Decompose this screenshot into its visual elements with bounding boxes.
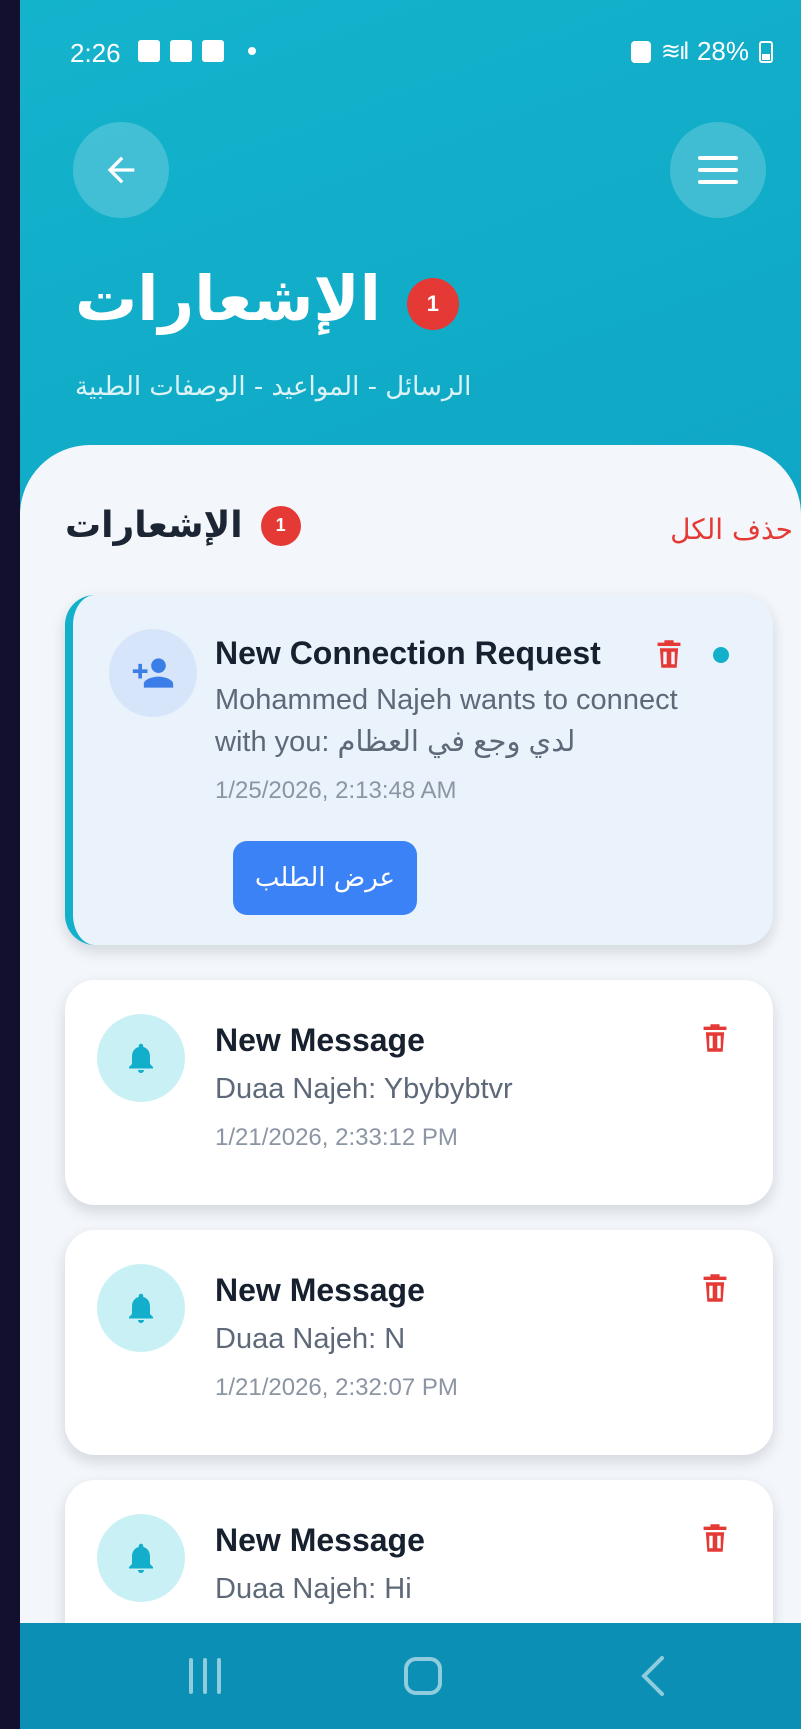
- notification-avatar: [97, 1264, 185, 1352]
- notifications-sheet: الإشعارات 1 حذف الكل New Connection Requ…: [20, 445, 801, 1729]
- arrow-left-icon: [107, 156, 135, 184]
- notification-body-line2: with you: لدي وجع في العظام: [215, 726, 576, 758]
- notification-card-message[interactable]: New Message Duaa Najeh: Ybybybtvr 1/21/2…: [65, 980, 773, 1205]
- bell-icon: [129, 1543, 153, 1573]
- section-title: الإشعارات: [65, 505, 243, 546]
- hamburger-icon: [698, 156, 738, 184]
- device-icon: [170, 40, 192, 62]
- wifi-icon: ≋ıl: [660, 38, 689, 65]
- notification-avatar: [97, 1514, 185, 1602]
- battery-percent: 28%: [696, 36, 749, 66]
- delete-notification-button[interactable]: [701, 1022, 729, 1054]
- home-icon: [404, 1657, 442, 1695]
- notification-body: Duaa Najeh: Hi: [215, 1573, 412, 1605]
- status-notification-icons: [138, 40, 256, 62]
- notification-title: New Message: [215, 1022, 425, 1058]
- notification-time: 1/21/2026, 2:33:12 PM: [215, 1124, 458, 1151]
- notification-card-connection[interactable]: New Connection Request Mohammed Najeh wa…: [65, 595, 773, 945]
- page-title: الإشعارات: [75, 262, 381, 335]
- unread-indicator-dot: [713, 647, 729, 663]
- bell-icon: [129, 1293, 153, 1323]
- unread-count-badge: 1: [406, 277, 459, 330]
- notification-title: New Message: [215, 1272, 425, 1308]
- notification-card-message[interactable]: New Message Duaa Najeh: N 1/21/2026, 2:3…: [65, 1230, 773, 1455]
- notification-body: Mohammed Najeh wants to connect with you…: [215, 679, 755, 763]
- notification-avatar: [109, 629, 197, 717]
- status-bar: 2:26 ≋ıl 28%: [20, 0, 801, 100]
- delete-notification-button[interactable]: [701, 1522, 729, 1554]
- notification-avatar: [97, 1014, 185, 1102]
- section-count-badge: 1: [260, 505, 301, 546]
- delete-notification-button[interactable]: [701, 1272, 729, 1304]
- back-button[interactable]: [73, 122, 169, 218]
- page-subtitle: الرسائل - المواعيد - الوصفات الطبية: [75, 372, 472, 402]
- status-system-icons: ≋ıl 28%: [630, 36, 773, 67]
- section-header: الإشعارات 1 حذف الكل: [20, 505, 801, 565]
- section-title-row: الإشعارات 1: [65, 505, 301, 546]
- notification-title: New Message: [215, 1522, 425, 1558]
- page-title-row: الإشعارات 1: [75, 262, 459, 335]
- notification-time: 1/25/2026, 2:13:48 AM: [215, 777, 457, 804]
- delete-all-button[interactable]: حذف الكل: [670, 513, 793, 546]
- system-navigation-bar: [20, 1623, 801, 1729]
- notification-time: 1/21/2026, 2:32:07 PM: [215, 1374, 458, 1401]
- more-notifications-dot: [248, 47, 256, 55]
- system-back-button[interactable]: [628, 1653, 678, 1699]
- delete-notification-button[interactable]: [655, 638, 683, 670]
- app-screen: 2:26 ≋ıl 28% الإشعارات 1 الرسائل - الموا…: [20, 0, 801, 1729]
- notification-body-line1: Mohammed Najeh wants to connect: [215, 684, 678, 716]
- battery-icon: [759, 40, 773, 63]
- status-time: 2:26: [70, 38, 121, 68]
- view-request-button[interactable]: عرض الطلب: [233, 841, 417, 915]
- bell-icon: [129, 1043, 153, 1073]
- battery-saver-icon: [630, 40, 651, 63]
- home-button[interactable]: [398, 1653, 448, 1699]
- chevron-left-icon: [641, 1656, 664, 1696]
- notification-body: Duaa Najeh: N: [215, 1323, 406, 1355]
- gallery-icon: [138, 40, 160, 62]
- recents-button[interactable]: [175, 1653, 235, 1699]
- person-add-icon: [132, 658, 174, 688]
- notification-body: Duaa Najeh: Ybybybtvr: [215, 1073, 513, 1105]
- checkbox-icon: [202, 40, 224, 62]
- notification-title: New Connection Request: [215, 635, 601, 671]
- menu-button[interactable]: [670, 122, 766, 218]
